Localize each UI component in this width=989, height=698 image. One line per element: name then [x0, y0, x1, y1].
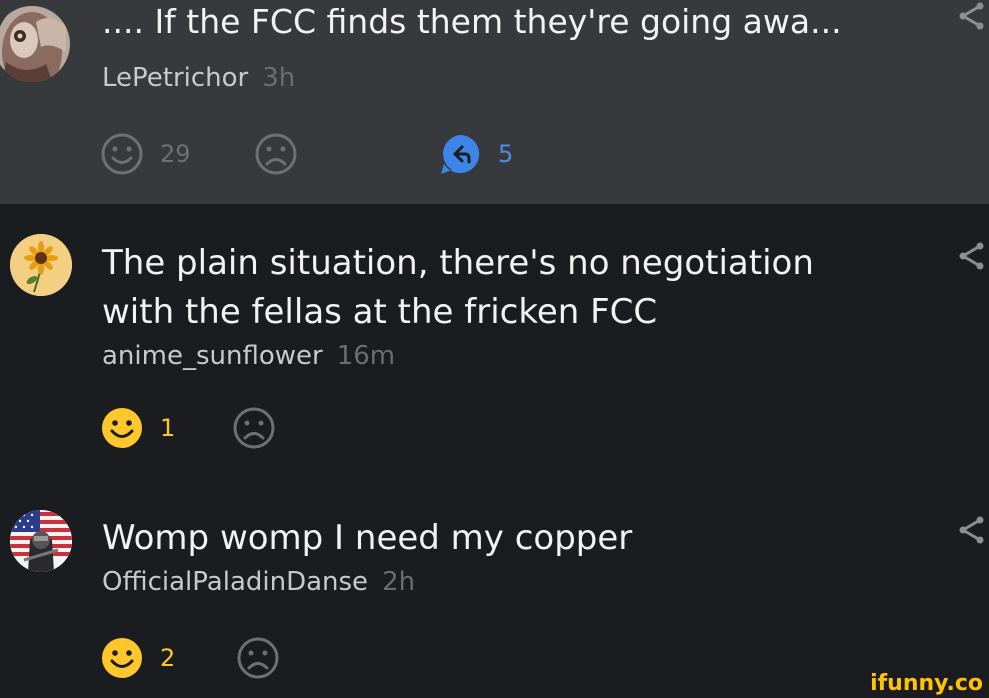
comment-text: Womp womp I need my copper	[102, 514, 632, 563]
us-flag-soldier-avatar-icon	[10, 510, 72, 572]
comment-actions: 1	[100, 406, 700, 450]
avatar[interactable]	[10, 510, 72, 572]
like-count: 1	[160, 414, 176, 442]
comment-item: .... If the FCC finds them they're going…	[0, 0, 989, 204]
frown-icon[interactable]	[254, 132, 298, 176]
comment-line: Womp womp I need my copper	[102, 518, 633, 558]
username[interactable]: anime_sunflower	[102, 341, 323, 371]
owl-avatar-icon	[0, 6, 70, 82]
comment-line: The plain situation, there's no negotiat…	[102, 243, 814, 283]
reply-count: 5	[498, 140, 514, 168]
share-icon[interactable]	[958, 516, 986, 548]
timestamp: 16m	[336, 341, 396, 371]
comment-actions: 29 5	[100, 132, 700, 176]
comment-item: Womp womp I need my copper OfficialPalad…	[0, 474, 989, 698]
avatar[interactable]	[0, 2, 72, 92]
like-count: 2	[160, 644, 176, 672]
timestamp: 3h	[262, 63, 296, 93]
ifunny-watermark: ifunny.co	[870, 671, 983, 696]
share-icon[interactable]	[958, 2, 986, 34]
reply-icon[interactable]	[438, 132, 482, 176]
comment-line: with the fellas at the fricken FCC	[102, 292, 658, 332]
comment-meta: anime_sunflower 16m	[102, 340, 395, 372]
comment-text: The plain situation, there's no negotiat…	[102, 239, 814, 337]
like-count: 29	[160, 140, 191, 168]
comment-line: .... If the FCC finds them they're going…	[102, 2, 842, 41]
comment-text: .... If the FCC finds them they're going…	[102, 0, 842, 46]
frown-icon[interactable]	[236, 636, 280, 680]
username[interactable]: LePetrichor	[102, 63, 248, 93]
smile-icon[interactable]	[100, 406, 144, 450]
smile-icon[interactable]	[100, 132, 144, 176]
comment-meta: LePetrichor 3h	[102, 62, 295, 94]
comment-item: The plain situation, there's no negotiat…	[0, 204, 989, 474]
comment-actions: 2	[100, 636, 700, 680]
avatar[interactable]	[10, 234, 72, 296]
smile-icon[interactable]	[100, 636, 144, 680]
sunflower-avatar-icon	[10, 234, 72, 296]
timestamp: 2h	[382, 567, 416, 597]
frown-icon[interactable]	[232, 406, 276, 450]
comment-meta: OfficialPaladinDanse 2h	[102, 566, 415, 598]
username[interactable]: OfficialPaladinDanse	[102, 567, 368, 597]
share-icon[interactable]	[958, 242, 986, 274]
